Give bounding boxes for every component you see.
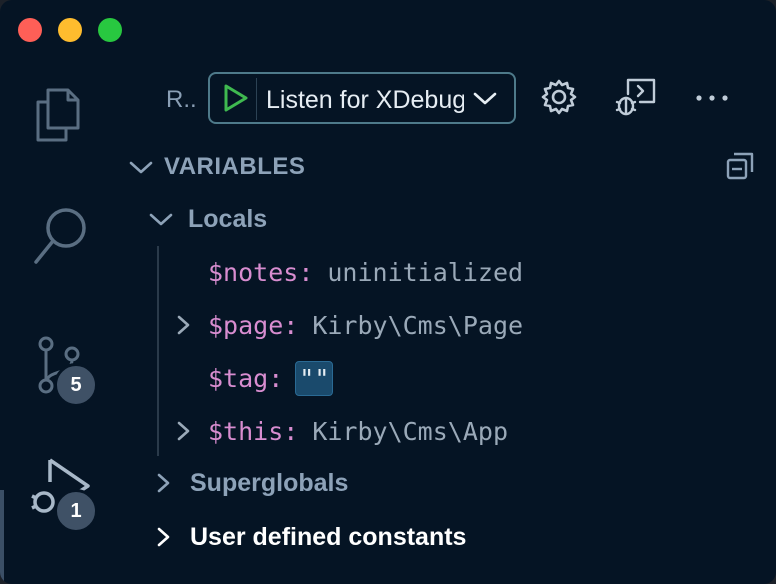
- variable-colon: :: [268, 363, 284, 393]
- collapse-all-icon[interactable]: [724, 150, 756, 182]
- run-debug-badge: 1: [54, 489, 98, 533]
- chevron-right-icon: [177, 315, 190, 335]
- indent-guide: [157, 246, 159, 456]
- variable-value: Kirby\Cms\App: [312, 416, 508, 446]
- chevron-right-icon: [177, 421, 190, 441]
- zoom-window-button[interactable]: [98, 18, 122, 42]
- variable-row[interactable]: $page: Kirby\Cms\Page: [172, 305, 523, 345]
- scope-label: Locals: [188, 204, 268, 233]
- chevron-right-icon: [157, 527, 170, 547]
- variable-name: $this: [208, 416, 284, 446]
- vscode-window: 5 1 R.. Listen for XDebug VARIABLES Loca…: [0, 0, 776, 584]
- debug-console-icon[interactable]: [614, 76, 658, 118]
- run-view-title: R..: [166, 86, 197, 113]
- variable-row[interactable]: $tag: "": [208, 358, 334, 398]
- chevron-right-icon: [157, 473, 170, 493]
- more-actions-icon[interactable]: [694, 94, 730, 102]
- activity-search[interactable]: [26, 200, 92, 266]
- activity-explorer[interactable]: [26, 82, 92, 148]
- active-indicator: [0, 490, 4, 584]
- scope-user-defined-constants[interactable]: User defined constants: [152, 517, 466, 557]
- scope-locals[interactable]: Locals: [148, 199, 267, 239]
- variable-colon: :: [283, 416, 299, 446]
- chevron-down-icon: [473, 92, 497, 105]
- source-control-badge: 5: [54, 363, 98, 407]
- config-separator: [256, 78, 257, 120]
- gear-icon[interactable]: [540, 78, 578, 116]
- variable-row[interactable]: $notes: uninitialized: [208, 252, 523, 292]
- variable-value: uninitialized: [327, 257, 524, 287]
- variables-section-header[interactable]: VARIABLES: [128, 150, 305, 184]
- variable-colon: :: [283, 310, 299, 340]
- debug-config-select[interactable]: Listen for XDebug: [208, 72, 516, 124]
- variable-name: $notes: [208, 257, 299, 287]
- variable-colon: :: [298, 257, 314, 287]
- activity-bar: 5 1: [0, 60, 120, 584]
- window-controls: [18, 18, 122, 42]
- scope-label: Superglobals: [190, 468, 349, 497]
- variable-name: $tag: [208, 363, 269, 393]
- config-name: Listen for XDebug: [266, 86, 464, 114]
- files-icon: [36, 88, 80, 142]
- search-icon: [34, 208, 86, 264]
- scope-label: User defined constants: [190, 522, 467, 551]
- scope-superglobals[interactable]: Superglobals: [152, 463, 348, 503]
- minimize-window-button[interactable]: [58, 18, 82, 42]
- start-debugging-icon[interactable]: [218, 82, 250, 114]
- variable-row[interactable]: $this: Kirby\Cms\App: [172, 411, 508, 451]
- variables-title: VARIABLES: [164, 153, 306, 180]
- variable-value: Kirby\Cms\Page: [312, 310, 524, 340]
- variable-name: $page: [208, 310, 284, 340]
- chevron-down-icon: [129, 161, 153, 174]
- close-window-button[interactable]: [18, 18, 42, 42]
- variable-value: "": [295, 360, 334, 396]
- chevron-down-icon: [149, 213, 173, 226]
